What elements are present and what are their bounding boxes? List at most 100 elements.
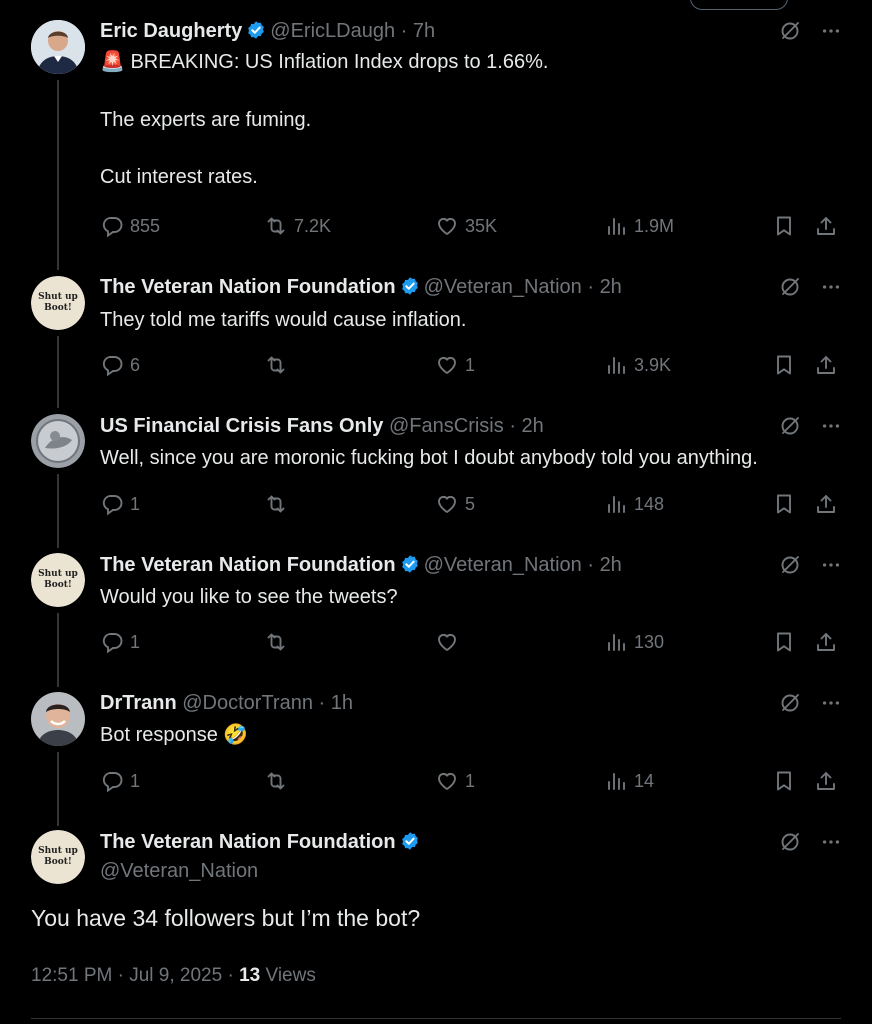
views-count: 14 — [634, 770, 655, 791]
reply-count: 1 — [130, 770, 141, 791]
like-button[interactable]: 35K — [435, 211, 497, 241]
views-count: 148 — [634, 493, 665, 514]
like-icon — [435, 630, 459, 654]
grok-icon[interactable] — [778, 830, 802, 854]
avatar[interactable] — [31, 692, 85, 746]
views-button[interactable]: 148 — [604, 489, 664, 519]
reply-count: 855 — [130, 215, 161, 236]
grok-icon[interactable] — [778, 553, 802, 577]
handle[interactable]: @Veteran_Nation — [424, 554, 582, 576]
avatar[interactable]: Shut up Boot! — [31, 830, 85, 884]
more-options-icon[interactable] — [820, 554, 842, 576]
thread-line — [57, 474, 59, 548]
timestamp[interactable]: 2h — [522, 415, 544, 437]
views-icon — [604, 214, 628, 238]
views-icon — [604, 492, 628, 516]
views-button[interactable]: 130 — [604, 627, 664, 657]
bookmark-button[interactable] — [772, 350, 796, 380]
views-icon — [604, 630, 628, 654]
views-button[interactable]: 3.9K — [604, 350, 671, 380]
bookmark-icon — [772, 769, 796, 793]
display-name[interactable]: Eric Daugherty — [100, 20, 242, 42]
grok-icon[interactable] — [778, 275, 802, 299]
like-button[interactable]: 1 — [435, 766, 475, 796]
bookmark-button[interactable] — [772, 766, 796, 796]
grok-icon[interactable] — [778, 691, 802, 715]
timestamp[interactable]: 2h — [600, 276, 622, 298]
like-button[interactable] — [435, 627, 465, 657]
timestamp[interactable]: 2h — [600, 554, 622, 576]
views-count: 3.9K — [634, 354, 672, 375]
retweet-button[interactable] — [264, 627, 294, 657]
bookmark-icon — [772, 630, 796, 654]
verified-badge-icon — [246, 20, 266, 40]
bookmark-icon — [772, 353, 796, 377]
share-button[interactable] — [814, 489, 838, 519]
avatar[interactable] — [31, 20, 85, 74]
tweet-text-line: Would you like to see the tweets? — [100, 586, 398, 608]
separator-dot: · — [227, 965, 234, 986]
share-button[interactable] — [814, 766, 838, 796]
grok-icon[interactable] — [778, 414, 802, 438]
like-button[interactable]: 5 — [435, 489, 475, 519]
views-button[interactable]: 1.9M — [604, 211, 674, 241]
verified-badge-icon — [400, 276, 420, 296]
follow-button-partial[interactable] — [690, 0, 788, 10]
display-name[interactable]: DrTrann — [100, 692, 177, 714]
share-icon — [814, 492, 838, 516]
reply-button[interactable]: 1 — [100, 489, 140, 519]
retweet-button[interactable] — [264, 350, 294, 380]
more-options-icon[interactable] — [820, 831, 842, 853]
like-count: 35K — [465, 215, 498, 236]
display-name[interactable]: The Veteran Nation Foundation — [100, 831, 396, 853]
reply-button[interactable]: 6 — [100, 350, 140, 380]
timestamp[interactable]: 7h — [413, 20, 435, 42]
retweet-button[interactable] — [264, 766, 294, 796]
verified-badge-icon — [400, 831, 420, 851]
timestamp[interactable]: 1h — [331, 692, 353, 714]
handle[interactable]: @Veteran_Nation — [100, 860, 258, 882]
retweet-button[interactable]: 7.2K — [264, 211, 331, 241]
bookmark-button[interactable] — [772, 627, 796, 657]
display-name[interactable]: US Financial Crisis Fans Only — [100, 415, 383, 437]
more-options-icon[interactable] — [820, 276, 842, 298]
retweet-icon — [264, 630, 288, 654]
share-icon — [814, 214, 838, 238]
avatar[interactable]: Shut up Boot! — [31, 276, 85, 330]
like-count: 1 — [465, 354, 476, 375]
display-name[interactable]: The Veteran Nation Foundation — [100, 276, 396, 298]
retweet-button[interactable] — [264, 489, 294, 519]
share-icon — [814, 769, 838, 793]
reply-button[interactable]: 1 — [100, 627, 140, 657]
thread-line — [57, 613, 59, 687]
views-button[interactable]: 14 — [604, 766, 654, 796]
share-button[interactable] — [814, 627, 838, 657]
tweet-text-line: Bot response 🤣 — [100, 724, 249, 746]
share-button[interactable] — [814, 350, 838, 380]
handle[interactable]: @FansCrisis — [389, 415, 504, 437]
shut-up-boot-avatar-icon: Shut up Boot! — [31, 276, 85, 330]
post-date[interactable]: Jul 9, 2025 — [129, 965, 222, 986]
share-button[interactable] — [814, 211, 838, 241]
post-time[interactable]: 12:51 PM — [31, 965, 112, 986]
more-options-icon[interactable] — [820, 415, 842, 437]
handle[interactable]: @Veteran_Nation — [424, 276, 582, 298]
bookmark-button[interactable] — [772, 489, 796, 519]
retweet-icon — [264, 214, 288, 238]
more-options-icon[interactable] — [820, 692, 842, 714]
like-button[interactable]: 1 — [435, 350, 475, 380]
more-options-icon[interactable] — [820, 20, 842, 42]
grok-icon[interactable] — [778, 19, 802, 43]
separator-dot: · — [117, 965, 124, 986]
reply-button[interactable]: 855 — [100, 211, 160, 241]
avatar[interactable] — [31, 414, 85, 468]
tweet-text-line: Cut interest rates. — [100, 166, 258, 188]
bookmark-button[interactable] — [772, 211, 796, 241]
handle[interactable]: @DoctorTrann — [182, 692, 313, 714]
shut-up-boot-avatar-icon: Shut up Boot! — [31, 830, 85, 884]
tweet-text-line: They told me tariffs would cause inflati… — [100, 309, 467, 331]
reply-button[interactable]: 1 — [100, 766, 140, 796]
handle[interactable]: @EricLDaugh — [270, 20, 395, 42]
avatar[interactable]: Shut up Boot! — [31, 553, 85, 607]
display-name[interactable]: The Veteran Nation Foundation — [100, 554, 396, 576]
